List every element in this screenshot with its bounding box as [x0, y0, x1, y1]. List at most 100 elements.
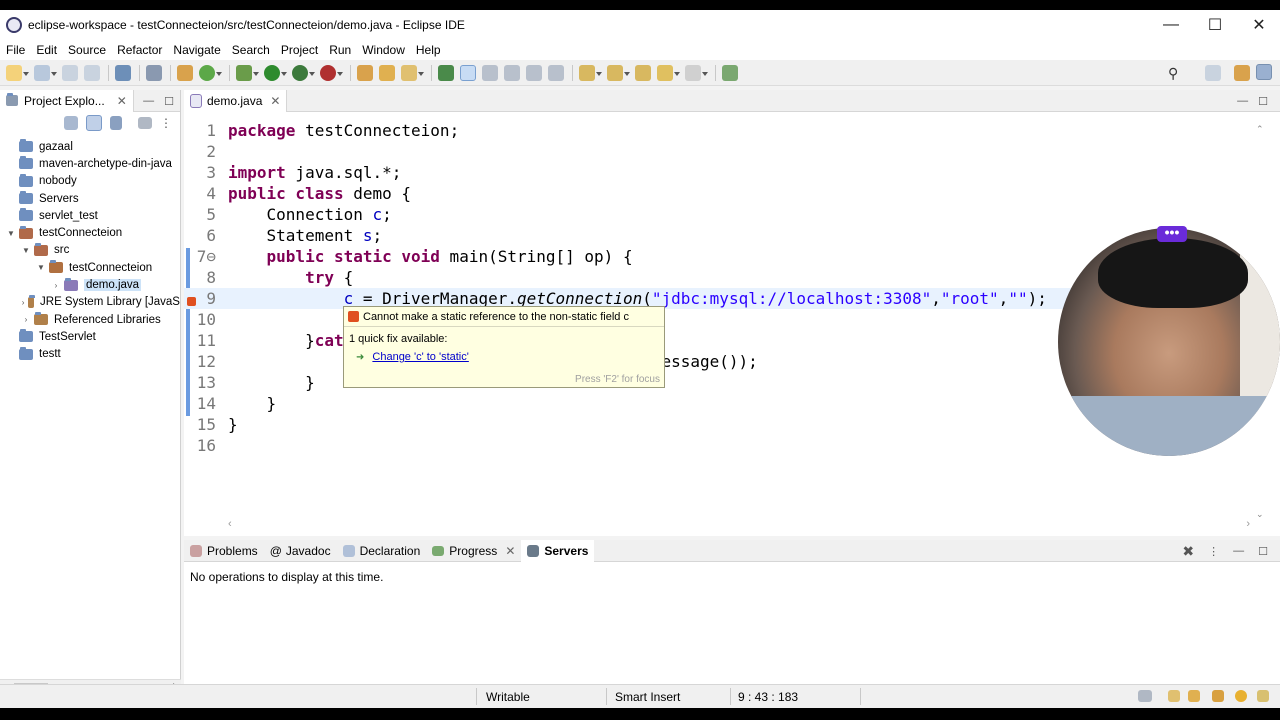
tree-item[interactable]: ▼ src [0, 242, 180, 259]
build-icon[interactable] [177, 64, 193, 81]
tab-demo-java[interactable]: demo.java ✕ [184, 89, 288, 112]
focus-icon[interactable] [138, 117, 152, 129]
maven-icon[interactable] [199, 64, 222, 81]
expanded-arrow-icon[interactable]: ▼ [21, 246, 31, 255]
menu-search[interactable]: Search [228, 43, 277, 57]
menu-refactor[interactable]: Refactor [113, 43, 169, 57]
tree-item[interactable]: ▼ testConnecteion [0, 224, 180, 241]
editor-horizontal-scrollbar[interactable]: ‹ › [224, 518, 1254, 532]
bookmark-icon[interactable] [1188, 690, 1200, 702]
pin-editor-icon[interactable] [722, 64, 738, 81]
webcam-menu-button[interactable]: ••• [1157, 225, 1187, 242]
view-menu-icon[interactable]: ⋮ [1208, 545, 1219, 558]
trim-icon[interactable] [1138, 690, 1152, 702]
maximize-view-icon[interactable]: ☐ [164, 95, 174, 108]
tree-item[interactable]: ▼ testConnecteion [0, 259, 180, 276]
tab-progress[interactable]: Progress ✕ [426, 540, 521, 562]
tree-item[interactable]: TestServlet [0, 328, 180, 345]
tab-declaration[interactable]: Declaration [337, 540, 427, 562]
tree-item[interactable]: nobody [0, 173, 180, 190]
remove-all-finished-icon[interactable]: ✖ [1182, 543, 1194, 560]
search-icon[interactable]: ⚲ [1168, 65, 1178, 82]
menu-edit[interactable]: Edit [32, 43, 64, 57]
terminal-icon[interactable] [115, 64, 131, 81]
tab-servers[interactable]: Servers [521, 539, 595, 562]
collapsed-arrow-icon[interactable]: › [51, 281, 61, 290]
menu-source[interactable]: Source [64, 43, 113, 57]
open-task-icon[interactable] [379, 64, 395, 81]
mark-occurrences-icon[interactable] [460, 64, 476, 81]
scroll-up-icon[interactable]: ⌃ [1256, 124, 1264, 135]
tab-javadoc[interactable]: @ Javadoc [264, 540, 337, 562]
menu-window[interactable]: Window [358, 43, 412, 57]
minimize-view-icon[interactable]: — [1233, 545, 1244, 557]
previous-annotation-icon[interactable] [607, 64, 630, 81]
search-tool-icon[interactable] [401, 64, 424, 81]
toggle-breadcrumb-icon[interactable] [438, 64, 454, 81]
view-menu-icon[interactable]: ⋮ [160, 116, 172, 130]
collapse-all-icon[interactable] [64, 116, 78, 130]
menu-project[interactable]: Project [277, 43, 325, 57]
word-wrap-icon[interactable] [504, 64, 520, 81]
quick-fix-item[interactable]: ➜ Change 'c' to 'static' [344, 345, 664, 363]
collapsed-arrow-icon[interactable]: › [21, 315, 31, 324]
menu-navigate[interactable]: Navigate [169, 43, 227, 57]
new-icon[interactable] [6, 64, 29, 81]
insert-mode-status[interactable]: Smart Insert [615, 690, 680, 704]
book-icon[interactable] [1168, 690, 1180, 702]
open-perspective-icon[interactable] [1205, 65, 1221, 81]
maximize-editor-icon[interactable]: ☐ [1258, 95, 1268, 108]
maximize-view-icon[interactable]: ☐ [1258, 545, 1268, 558]
tree-item[interactable]: › JRE System Library [JavaS [0, 294, 180, 311]
debug-icon[interactable] [236, 64, 259, 81]
menu-run[interactable]: Run [325, 43, 358, 57]
save-icon[interactable] [62, 64, 78, 81]
code-line[interactable]: 6 Statement s; [184, 225, 1254, 246]
code-line[interactable]: 1 package testConnecteion; [184, 120, 1254, 141]
code-line[interactable]: 5 Connection c; [184, 204, 1254, 225]
tab-project-explorer[interactable]: Project Explo... ✕ [0, 89, 134, 112]
new-type-icon[interactable] [34, 64, 57, 81]
change-to-static-link[interactable]: Change 'c' to 'static' [372, 351, 468, 363]
tab-problems[interactable]: Problems [184, 540, 264, 562]
close-tab-icon[interactable]: ✕ [270, 94, 280, 108]
save-all-icon[interactable] [84, 64, 100, 81]
code-line[interactable]: 3 import java.sql.*; [184, 162, 1254, 183]
tree-item[interactable]: testt [0, 346, 180, 363]
tree-item[interactable]: gazaal [0, 138, 180, 155]
minimize-button[interactable]: — [1149, 10, 1193, 40]
tree-item[interactable]: servlet_test [0, 207, 180, 224]
last-edit-icon[interactable] [635, 64, 651, 81]
code-line[interactable]: 2 [184, 141, 1254, 162]
minimize-view-icon[interactable]: — [143, 95, 154, 107]
back-icon[interactable] [657, 64, 680, 81]
menu-file[interactable]: File [2, 43, 32, 57]
menu-help[interactable]: Help [412, 43, 448, 57]
tip-icon[interactable] [1257, 690, 1269, 702]
collapsed-arrow-icon[interactable]: › [21, 298, 25, 307]
tree-item[interactable]: › demo.java [0, 276, 180, 293]
filter-icon[interactable] [110, 116, 122, 130]
close-button[interactable]: ✕ [1237, 10, 1280, 40]
pilcrow-icon[interactable] [548, 64, 564, 81]
maximize-button[interactable]: ☐ [1193, 10, 1237, 40]
expanded-arrow-icon[interactable]: ▼ [6, 229, 16, 238]
scroll-right-icon[interactable]: › [1246, 518, 1250, 530]
open-type-icon[interactable] [357, 64, 373, 81]
coverage-icon[interactable] [292, 64, 315, 81]
error-marker-icon[interactable] [187, 297, 196, 306]
link-with-editor-icon[interactable] [86, 115, 102, 131]
java-ee-perspective-icon[interactable] [1234, 65, 1250, 81]
forward-icon[interactable] [685, 64, 708, 81]
minimize-editor-icon[interactable]: — [1237, 95, 1248, 107]
expanded-arrow-icon[interactable]: ▼ [36, 263, 46, 272]
scroll-left-icon[interactable]: ‹ [228, 518, 232, 530]
close-tab-icon[interactable]: ✕ [505, 544, 515, 558]
block-selection-icon[interactable] [482, 64, 498, 81]
edit-icon[interactable] [1212, 690, 1224, 702]
tree-item[interactable]: Servers [0, 190, 180, 207]
close-tab-icon[interactable]: ✕ [117, 94, 127, 108]
tree-item[interactable]: › Referenced Libraries [0, 311, 180, 328]
tree-item[interactable]: maven-archetype-din-java [0, 155, 180, 172]
skip-breakpoints-icon[interactable] [146, 64, 162, 81]
